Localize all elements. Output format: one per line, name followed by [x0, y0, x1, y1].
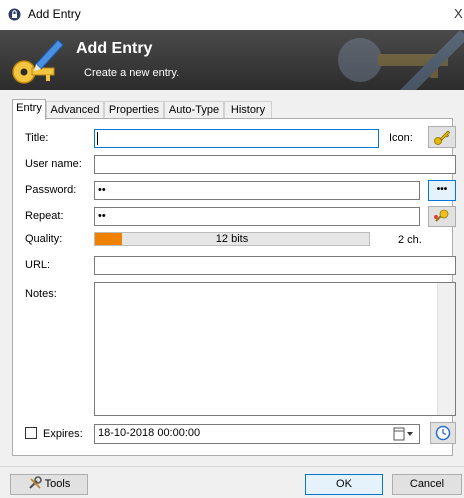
expiry-date-value: 18-10-2018 00:00:00 — [98, 427, 201, 439]
username-field[interactable] — [94, 155, 456, 174]
icon-label: Icon: — [389, 132, 413, 144]
repeat-password-field[interactable]: •• — [94, 207, 420, 226]
notes-field[interactable] — [94, 282, 456, 416]
banner-watermark-icon — [338, 30, 464, 90]
tools-icon — [28, 476, 42, 489]
banner-title: Add Entry — [76, 40, 153, 57]
tools-button[interactable]: Tools — [10, 474, 88, 495]
keepass-lock-icon — [8, 8, 21, 21]
cancel-button[interactable]: Cancel — [392, 474, 462, 495]
bottom-separator — [0, 466, 464, 467]
tools-label: Tools — [44, 478, 71, 490]
password-quality-text: 12 bits — [215, 233, 249, 245]
tab-auto-type[interactable]: Auto-Type — [164, 101, 224, 118]
url-field[interactable] — [94, 256, 456, 275]
quality-label: Quality: — [25, 233, 63, 245]
repeat-label: Repeat: — [25, 210, 64, 222]
tab-advanced[interactable]: Advanced — [46, 101, 104, 118]
title-field[interactable] — [94, 129, 379, 148]
show-password-button[interactable]: ••• — [428, 180, 456, 201]
notes-scrollbar[interactable] — [437, 283, 455, 415]
text-caret — [97, 132, 98, 145]
title-bar: Add Entry X — [0, 0, 464, 30]
password-field[interactable]: •• — [94, 181, 420, 200]
key-icon — [434, 130, 451, 145]
ok-button[interactable]: OK — [305, 474, 383, 495]
banner: Add Entry Create a new entry. — [0, 30, 464, 90]
notes-label: Notes: — [25, 288, 57, 300]
title-label: Title: — [25, 132, 49, 144]
expiry-presets-button[interactable] — [430, 422, 456, 444]
banner-subtitle: Create a new entry. — [84, 67, 180, 79]
expiry-date-field[interactable]: 18-10-2018 00:00:00 — [94, 424, 420, 444]
close-window-button[interactable]: X — [454, 6, 463, 21]
url-label: URL: — [25, 259, 51, 271]
expires-checkbox[interactable] — [25, 427, 37, 439]
tab-entry[interactable]: Entry — [12, 99, 46, 120]
password-generator-icon — [434, 209, 449, 222]
calendar-dropdown-icon[interactable] — [393, 427, 415, 441]
icon-picker-button[interactable] — [428, 126, 456, 148]
username-label: User name: — [25, 158, 82, 170]
window-title: Add Entry — [28, 7, 81, 21]
expires-label: Expires: — [43, 428, 83, 440]
generate-password-button[interactable] — [428, 206, 456, 227]
tab-properties[interactable]: Properties — [104, 101, 164, 118]
tab-history[interactable]: History — [224, 101, 272, 118]
password-quality-bar: 12 bits — [94, 232, 370, 246]
password-label: Password: — [25, 184, 77, 196]
key-pen-icon — [12, 39, 64, 84]
password-length: 2 ch. — [398, 234, 422, 246]
clock-icon — [435, 425, 451, 441]
